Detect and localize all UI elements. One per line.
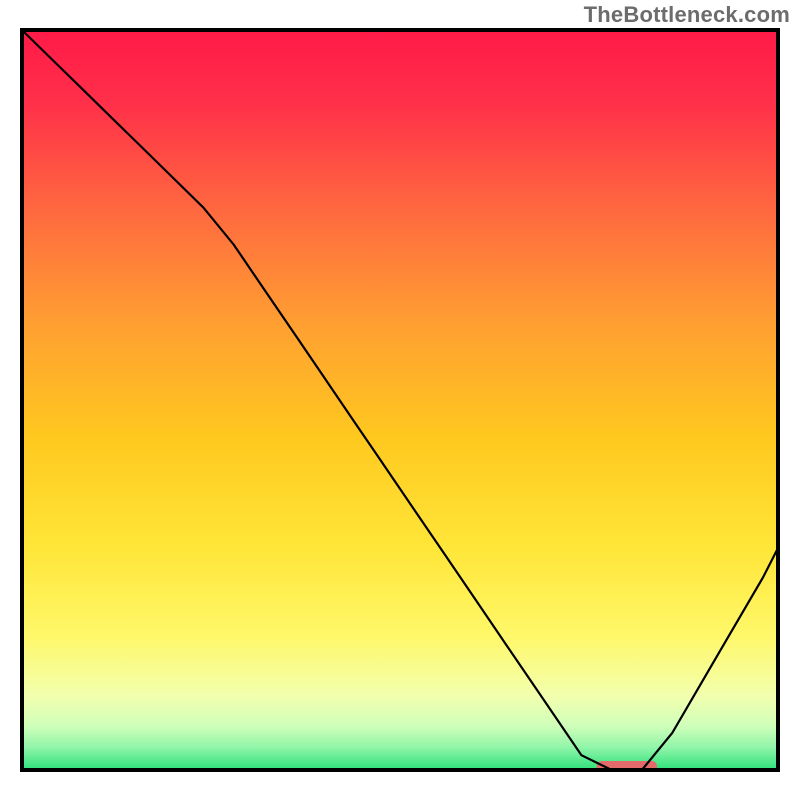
chart-stage: TheBottleneck.com (0, 0, 800, 800)
watermark-text: TheBottleneck.com (584, 2, 790, 28)
bottleneck-chart (0, 0, 800, 800)
